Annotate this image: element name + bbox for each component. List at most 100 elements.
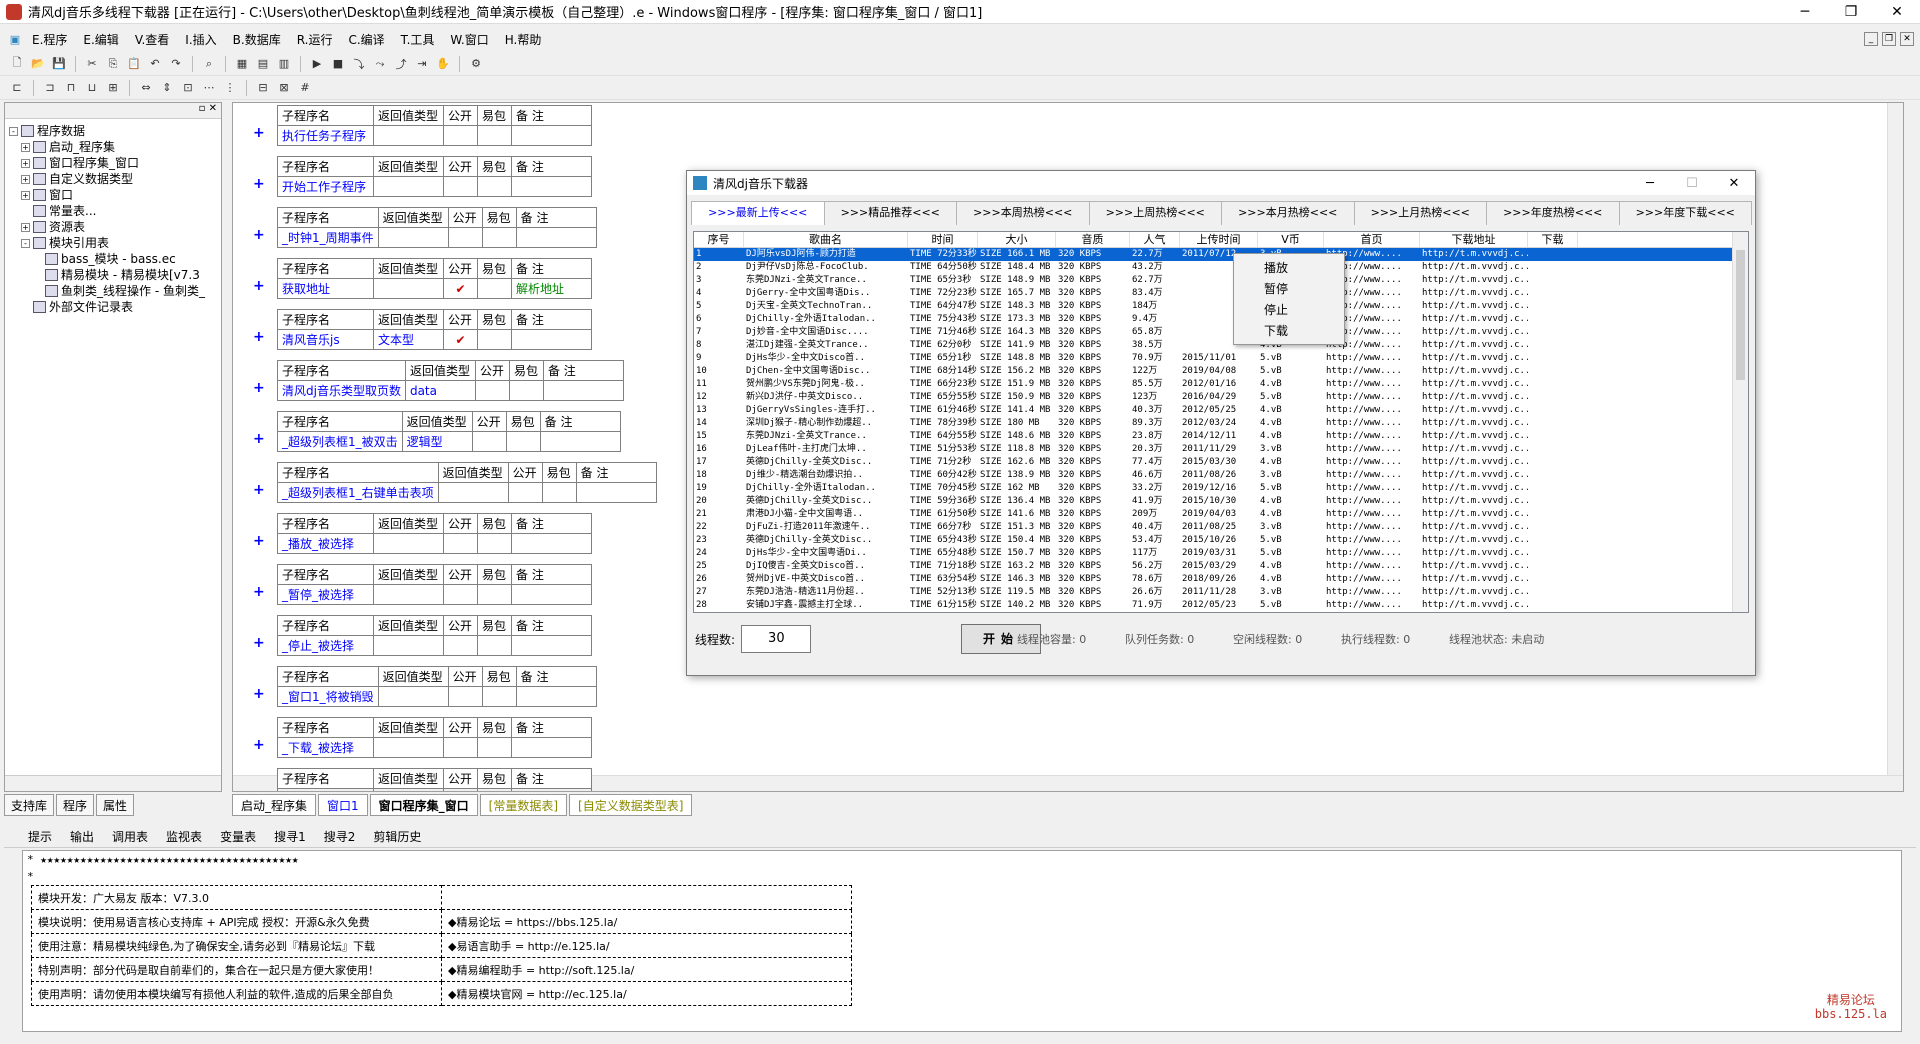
- same-height-icon[interactable]: ⇕: [158, 79, 176, 97]
- song-row[interactable]: 9 DjHs华少-全中文Disco首.. TIME 65分1秒 SIZE 148.8 …: [694, 352, 1748, 365]
- expand-icon[interactable]: +: [21, 142, 30, 152]
- category-tab[interactable]: >>>最新上传<<<: [691, 201, 825, 225]
- song-list-vscrollbar[interactable]: [1732, 232, 1748, 612]
- download-cell[interactable]: [1528, 391, 1578, 404]
- sub-easy-flag[interactable]: [477, 176, 512, 197]
- download-cell[interactable]: [1528, 274, 1578, 287]
- column-header[interactable]: 序号: [694, 232, 744, 247]
- expand-sub-icon[interactable]: +: [253, 584, 265, 600]
- menu-item[interactable]: E.程序: [24, 31, 75, 48]
- column-header[interactable]: V币: [1258, 232, 1324, 247]
- menu-item[interactable]: V.查看: [127, 31, 177, 48]
- dialog-minimize-button[interactable]: ─: [1629, 176, 1671, 191]
- sub-name[interactable]: _停止_被选择: [277, 635, 374, 656]
- column-header[interactable]: 人气: [1130, 232, 1180, 247]
- download-cell[interactable]: [1528, 287, 1578, 300]
- sub-public-flag[interactable]: [447, 227, 483, 248]
- compile-icon[interactable]: ⚙: [467, 55, 485, 73]
- sub-name[interactable]: 获取地址: [277, 278, 374, 299]
- download-cell[interactable]: [1528, 430, 1578, 443]
- song-row[interactable]: 21 肃港DJ小猫-全中文国粤语.. TIME 61分50秒 SIZE 141.6 M…: [694, 508, 1748, 521]
- output-tab[interactable]: 提示: [22, 828, 58, 845]
- tree-node[interactable]: + 启动_程序集: [9, 139, 217, 155]
- song-row[interactable]: 15 东莞DJNzi-全英文Trance.. TIME 64分55秒 SIZE 148…: [694, 430, 1748, 443]
- output-tab[interactable]: 搜寻1: [268, 828, 312, 845]
- sub-public-flag[interactable]: [443, 635, 478, 656]
- sub-easy-flag[interactable]: [508, 380, 544, 401]
- download-cell[interactable]: [1528, 599, 1578, 612]
- align-left-icon[interactable]: ⊏: [8, 79, 26, 97]
- download-cell[interactable]: [1528, 534, 1578, 547]
- sub-note[interactable]: [511, 329, 592, 350]
- sub-public-flag[interactable]: [443, 176, 478, 197]
- category-tab[interactable]: >>>年度下载<<<: [1618, 201, 1752, 225]
- sub-return-type[interactable]: [373, 635, 444, 656]
- column-header[interactable]: 时间: [908, 232, 978, 247]
- step-out-icon[interactable]: ⤴: [392, 55, 410, 73]
- song-row[interactable]: 25 DjIQ傻吉-全英文Disco首.. TIME 71分18秒 SIZE 163.…: [694, 560, 1748, 573]
- column-header[interactable]: 下载: [1528, 232, 1578, 247]
- tree-node[interactable]: 精易模块 - 精易模块[v7.3: [9, 267, 217, 283]
- expand-sub-icon[interactable]: +: [253, 788, 265, 791]
- sub-note[interactable]: [539, 431, 621, 452]
- sub-note[interactable]: [511, 635, 592, 656]
- scroll-thumb[interactable]: [1736, 250, 1745, 380]
- song-row[interactable]: 6 DjChilly-全外语Italodan.. TIME 75分43秒 SIZE 1…: [694, 313, 1748, 326]
- context-menu-item[interactable]: 暂停: [1234, 279, 1344, 300]
- column-header[interactable]: 下载地址: [1420, 232, 1528, 247]
- download-cell[interactable]: [1528, 586, 1578, 599]
- sub-name[interactable]: _超级列表框1_被双击: [277, 431, 403, 452]
- tree-node[interactable]: + 窗口程序集_窗口: [9, 155, 217, 171]
- song-row[interactable]: 8 湛江Dj建强-全英文Trance.. TIME 62分0秒 SIZE 141.9 …: [694, 339, 1748, 352]
- h-space-icon[interactable]: ⋯: [200, 79, 218, 97]
- context-menu-item[interactable]: 播放: [1234, 258, 1344, 279]
- download-cell[interactable]: [1528, 248, 1578, 261]
- sub-return-type[interactable]: 逻辑型: [401, 431, 473, 452]
- step-over-icon[interactable]: ⤳: [371, 55, 389, 73]
- song-row[interactable]: 18 Dj维少-精选潮台劲爆识拍.. TIME 60分42秒 SIZE 138.9 M…: [694, 469, 1748, 482]
- sub-public-flag[interactable]: [443, 125, 478, 146]
- sub-easy-flag[interactable]: [477, 278, 512, 299]
- panel-close-icon[interactable]: ✕: [209, 103, 217, 114]
- song-row[interactable]: 7 Dj妙音-全中文国语Disc.... TIME 71分46秒 SIZE 164.3…: [694, 326, 1748, 339]
- sub-return-type[interactable]: [373, 176, 444, 197]
- download-cell[interactable]: [1528, 339, 1578, 352]
- tree-node[interactable]: 外部文件记录表: [9, 299, 217, 315]
- expand-sub-icon[interactable]: +: [253, 737, 265, 753]
- sub-return-type[interactable]: [437, 482, 509, 503]
- category-tab[interactable]: >>>年度热榜<<<: [1486, 201, 1620, 225]
- download-cell[interactable]: [1528, 508, 1578, 521]
- same-width-icon[interactable]: ⇔: [137, 79, 155, 97]
- expand-icon[interactable]: -: [21, 238, 30, 248]
- sub-public-flag[interactable]: [443, 788, 478, 791]
- sub-return-type[interactable]: [373, 125, 444, 146]
- sub-easy-flag[interactable]: [541, 482, 577, 503]
- output-tab[interactable]: 调用表: [106, 828, 154, 845]
- document-tab[interactable]: [自定义数据类型表]: [569, 794, 693, 816]
- tree-node[interactable]: + 资源表: [9, 219, 217, 235]
- expand-sub-icon[interactable]: +: [253, 533, 265, 549]
- expand-sub-icon[interactable]: +: [253, 431, 265, 447]
- category-tab[interactable]: >>>上周热榜<<<: [1088, 201, 1222, 225]
- layout3-icon[interactable]: ▥: [275, 55, 293, 73]
- menu-item[interactable]: H.帮助: [497, 31, 550, 48]
- download-cell[interactable]: [1528, 378, 1578, 391]
- save-icon[interactable]: 💾: [50, 55, 68, 73]
- sub-name[interactable]: _下载_被选择: [277, 737, 374, 758]
- download-cell[interactable]: [1528, 417, 1578, 430]
- download-cell[interactable]: [1528, 573, 1578, 586]
- sub-return-type[interactable]: [373, 788, 444, 791]
- download-cell[interactable]: [1528, 352, 1578, 365]
- expand-sub-icon[interactable]: +: [253, 329, 265, 345]
- sub-name[interactable]: 清风音乐js: [277, 329, 374, 350]
- song-row[interactable]: 1 DJ阿乐vsDJ阿伟-顾力打造 TIME 72分33秒 SIZE 166.1 MB…: [694, 248, 1748, 261]
- tree-node[interactable]: 常量表...: [9, 203, 217, 219]
- menu-item[interactable]: R.运行: [289, 31, 341, 48]
- song-row[interactable]: 4 DjGerry-全中文国粤语Dis.. TIME 72分23秒 SIZE 165.…: [694, 287, 1748, 300]
- song-row[interactable]: 11 贺州鹏少VS东莞Dj阿鬼-极.. TIME 66分23秒 SIZE 151.9 …: [694, 378, 1748, 391]
- menu-item[interactable]: E.编辑: [75, 31, 126, 48]
- sub-name[interactable]: _窗口1_将被销毁: [277, 686, 379, 707]
- maximize-button[interactable]: ❐: [1828, 0, 1874, 24]
- expand-sub-icon[interactable]: +: [253, 278, 265, 294]
- sub-note[interactable]: [511, 584, 592, 605]
